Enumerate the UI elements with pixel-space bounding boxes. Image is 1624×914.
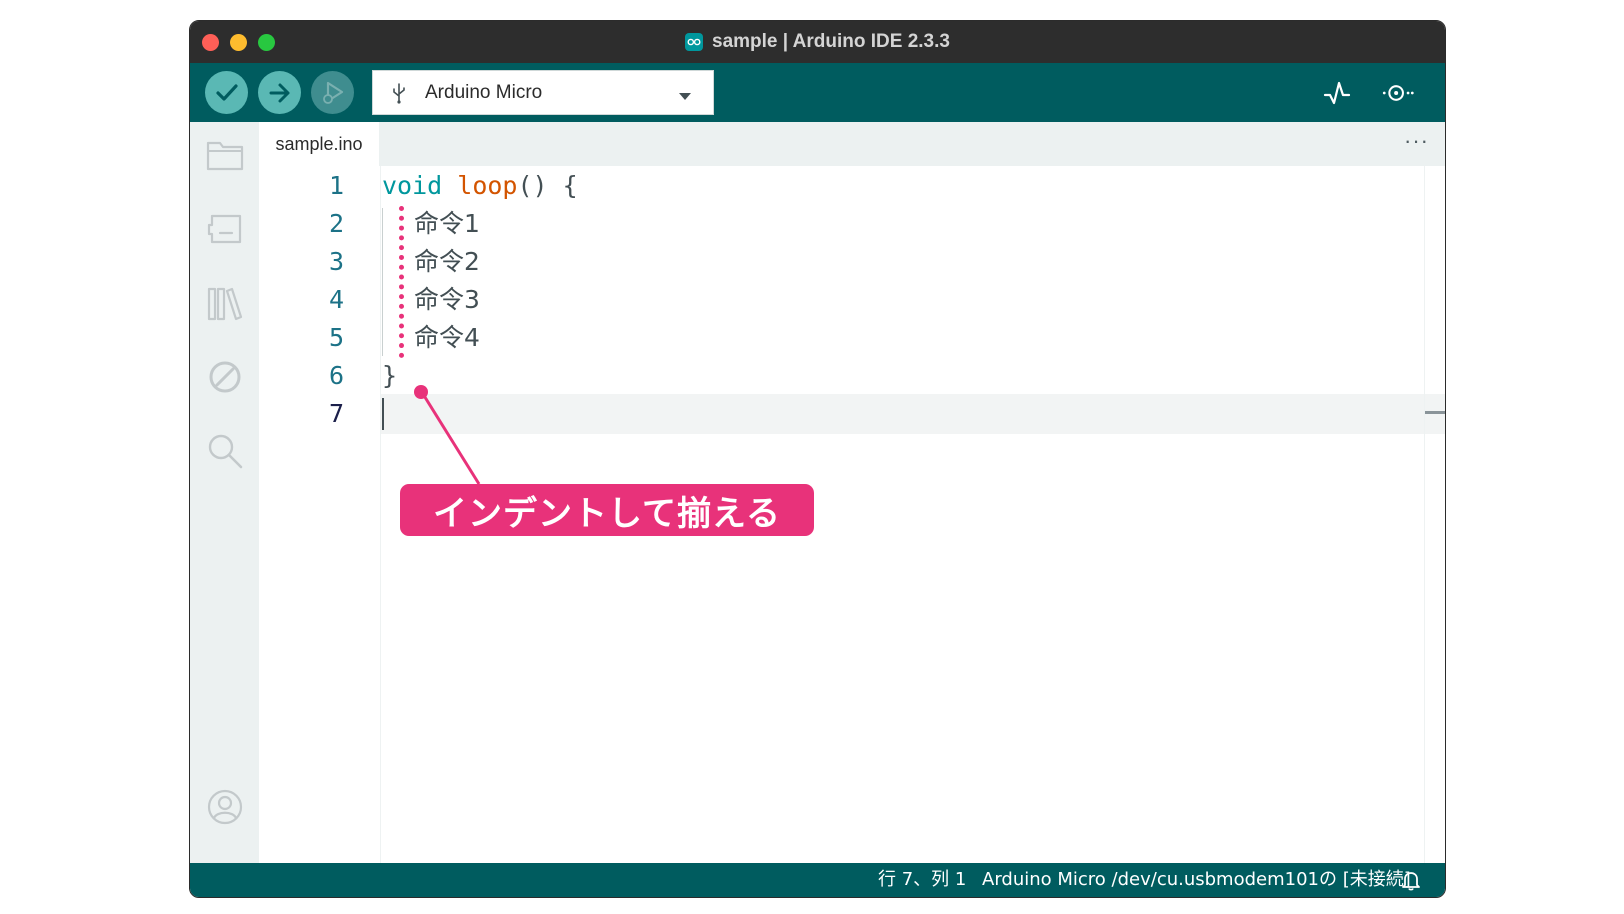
- sidebar: [190, 122, 259, 863]
- serial-monitor-button[interactable]: [1380, 77, 1414, 109]
- sidebar-item-library-manager[interactable]: [204, 282, 246, 324]
- verify-button[interactable]: [205, 71, 248, 114]
- search-icon: [208, 434, 243, 469]
- debug-button[interactable]: [311, 71, 354, 114]
- annotation-callout: インデントして揃える: [400, 484, 814, 536]
- board-icon: [207, 214, 242, 244]
- bell-icon[interactable]: [1400, 869, 1422, 891]
- scrollbar-track[interactable]: [1424, 166, 1425, 863]
- window-title: sample | Arduino IDE 2.3.3: [712, 31, 950, 52]
- tab-sample-ino[interactable]: sample.ino: [259, 122, 379, 166]
- usb-icon: [391, 82, 409, 104]
- title-wrap: sample | Arduino IDE 2.3.3: [190, 21, 1445, 63]
- serial-plotter-icon: [1323, 81, 1351, 105]
- board-status[interactable]: Arduino Micro /dev/cu.usbmodem101の [未接続]: [982, 863, 1411, 897]
- sidebar-item-debug[interactable]: [204, 356, 246, 398]
- sidebar-item-profile[interactable]: [204, 786, 246, 828]
- arduino-app-icon: [685, 33, 704, 51]
- library-icon: [207, 287, 243, 321]
- no-debug-icon: [209, 361, 241, 393]
- check-icon: [215, 83, 238, 101]
- more-actions-icon[interactable]: ···: [1404, 128, 1429, 154]
- sidebar-item-search[interactable]: [204, 430, 246, 472]
- serial-plotter-button[interactable]: [1320, 77, 1354, 109]
- chevron-down-icon: [679, 88, 691, 106]
- scrollbar-cursor-marker: [1425, 411, 1445, 414]
- annotation-text: インデントして揃える: [433, 493, 781, 534]
- serial-monitor-icon: [1382, 85, 1414, 101]
- upload-button[interactable]: [258, 71, 301, 114]
- debug-icon: [322, 81, 343, 104]
- editor-tab-bar: sample.ino ···: [259, 122, 1445, 166]
- arrow-right-icon: [269, 83, 289, 102]
- cursor-position[interactable]: 行 7、列 1: [878, 863, 966, 897]
- user-icon: [207, 789, 243, 825]
- status-bar: 行 7、列 1 Arduino Micro /dev/cu.usbmodem10…: [190, 863, 1445, 897]
- sidebar-item-boards-manager[interactable]: [204, 208, 246, 250]
- title-bar: sample | Arduino IDE 2.3.3: [190, 21, 1445, 63]
- board-selector[interactable]: Arduino Micro: [372, 70, 714, 115]
- tab-label: sample.ino: [275, 133, 363, 154]
- board-name: Arduino Micro: [425, 81, 543, 103]
- folder-icon: [206, 141, 244, 171]
- ide-window: sample | Arduino IDE 2.3.3 Arduino Micro: [189, 20, 1446, 898]
- sidebar-item-sketchbook[interactable]: [204, 134, 246, 176]
- toolbar: Arduino Micro: [190, 63, 1445, 122]
